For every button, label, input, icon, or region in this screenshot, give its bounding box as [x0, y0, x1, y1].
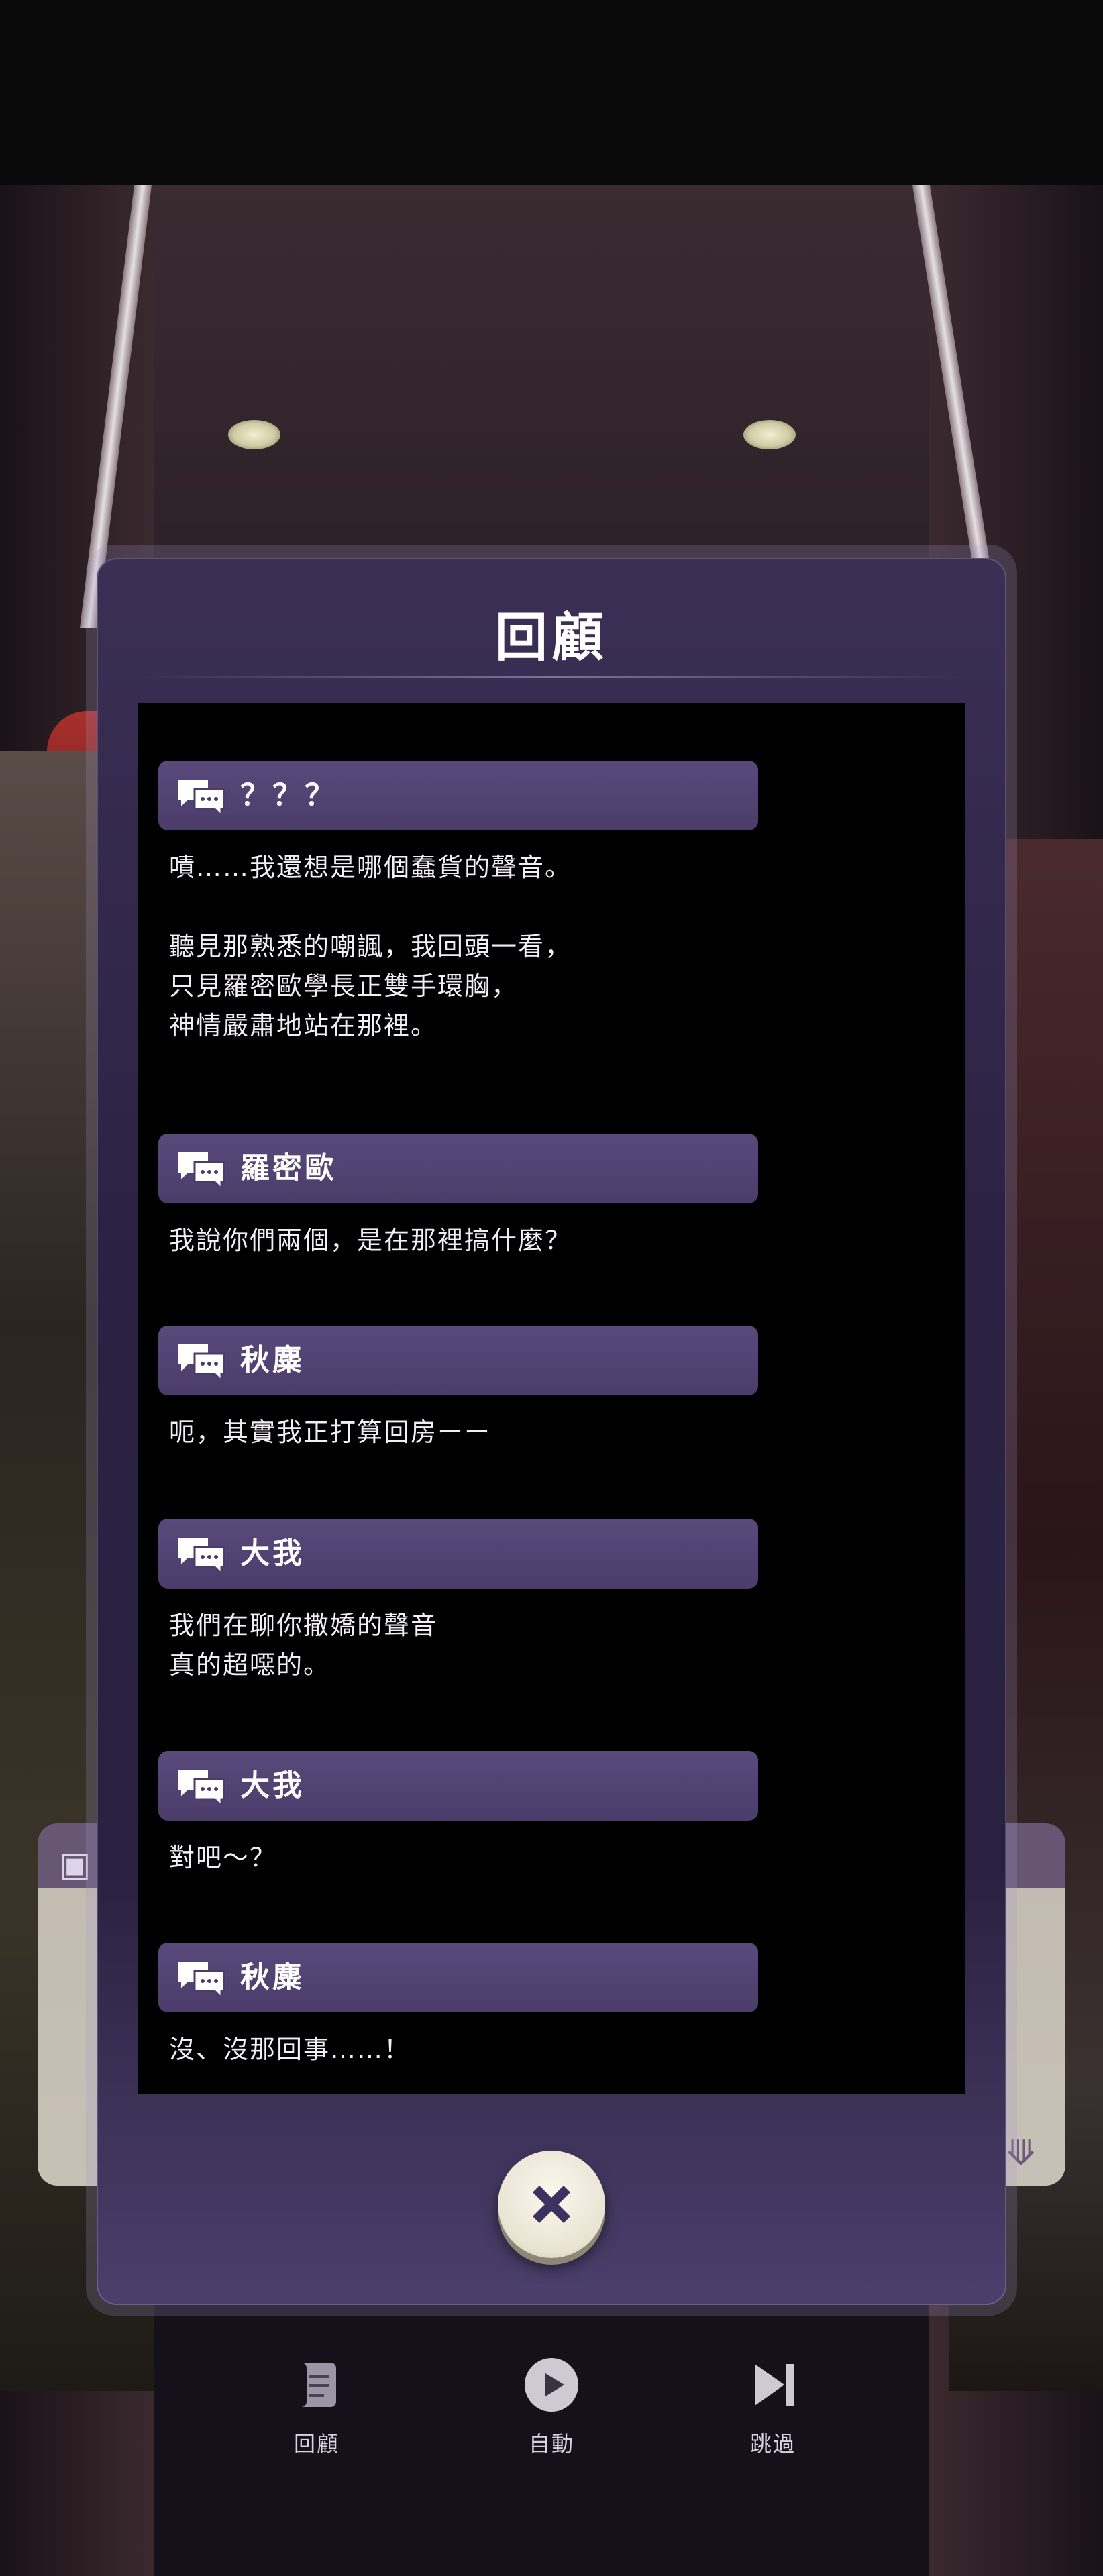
review-title: 回顧	[494, 608, 608, 668]
review-control[interactable]: 回顧	[263, 2355, 370, 2458]
dialogue-text: 我們在聊你撒嬌的聲音 真的超噁的。	[169, 1611, 438, 1680]
dialogue-text: 對吧～？	[169, 1843, 277, 1872]
auto-control[interactable]: 自動	[498, 2355, 605, 2458]
speaker-bar: 秋麋	[158, 1943, 758, 2012]
speaker-name: ？？？	[240, 778, 337, 812]
scroll-icon	[301, 2363, 336, 2407]
chat-bubble-icon	[178, 1538, 225, 1572]
chat-bubble-icon	[178, 1770, 225, 1805]
speaker-name: 大我	[240, 1536, 305, 1570]
speaker-name: 秋麋	[240, 1343, 305, 1377]
log-entry: 秋麋 呃，其實我正打算回房ーー	[158, 1326, 963, 1447]
play-icon	[525, 2358, 578, 2412]
skip-control[interactable]: 跳過	[719, 2355, 827, 2458]
speaker-name: 秋麋	[240, 1960, 305, 1994]
dialogue-text: 嘖……我還想是哪個蠢貨的聲音。 聽見那熟悉的嘲諷，我回頭一看， 只見羅密歐學長正…	[169, 853, 572, 1040]
ceiling	[134, 185, 966, 588]
speaker-bar: ？？？	[158, 761, 758, 830]
title-divider	[138, 676, 965, 678]
log-entry: 大我 對吧～？	[158, 1751, 963, 1872]
log-entry: 羅密歐 我說你們兩個，是在那裡搞什麼？	[158, 1134, 963, 1255]
chat-bubble-icon	[178, 1344, 225, 1379]
ceiling-lamp	[228, 420, 280, 449]
speaker-name: 大我	[240, 1768, 305, 1803]
ceiling-lamp	[743, 420, 796, 449]
speaker-bar: 大我	[158, 1519, 758, 1589]
speaker-bar: 羅密歐	[158, 1134, 758, 1203]
log-entry: 秋麋 沒、沒那回事……！	[158, 1943, 963, 2064]
control-label: 跳過	[749, 2431, 796, 2457]
speaker-name: 羅密歐	[240, 1151, 337, 1185]
speaker-bar: 秋麋	[158, 1326, 758, 1395]
review-log[interactable]: ？？？ 嘖……我還想是哪個蠢貨的聲音。 聽見那熟悉的嘲諷，我回頭一看， 只見羅密…	[138, 703, 965, 2094]
close-icon	[533, 2186, 570, 2223]
skip-icon	[755, 2364, 794, 2406]
dialogue-text: 我說你們兩個，是在那裡搞什麼？	[169, 1226, 572, 1255]
chat-bubble-icon	[178, 1962, 225, 1996]
chat-bubble-icon	[178, 780, 225, 814]
dialogue-text: 呃，其實我正打算回房ーー	[169, 1417, 492, 1447]
top-letterbox	[0, 0, 1103, 185]
control-label: 回顧	[293, 2431, 339, 2457]
speaker-bar: 大我	[158, 1751, 758, 1821]
close-button[interactable]	[498, 2151, 605, 2258]
log-entry: 大我 我們在聊你撒嬌的聲音 真的超噁的。	[158, 1519, 963, 1680]
dialogue-text: 沒、沒那回事……！	[169, 2035, 411, 2064]
control-label: 自動	[528, 2431, 574, 2457]
chat-bubble-icon	[178, 1152, 225, 1187]
log-entry: ？？？ 嘖……我還想是哪個蠢貨的聲音。 聽見那熟悉的嘲諷，我回頭一看， 只見羅密…	[158, 761, 963, 1040]
